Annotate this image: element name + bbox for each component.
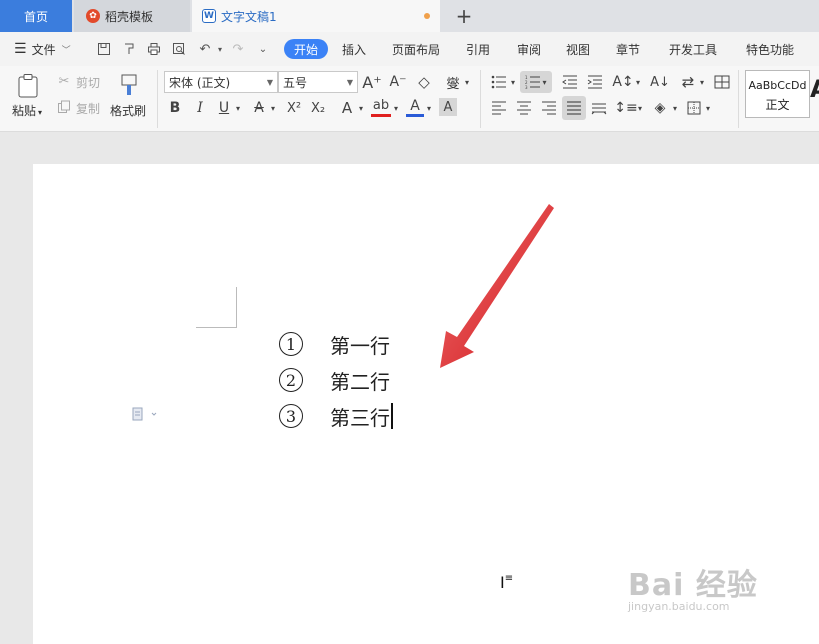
watermark-main: Bai 经验	[628, 568, 758, 603]
annotation-arrow	[440, 204, 554, 368]
ibeam-cursor-icon: I≡	[500, 573, 514, 592]
baidu-watermark: Bai 经验 jingyan.baidu.com	[628, 560, 758, 613]
